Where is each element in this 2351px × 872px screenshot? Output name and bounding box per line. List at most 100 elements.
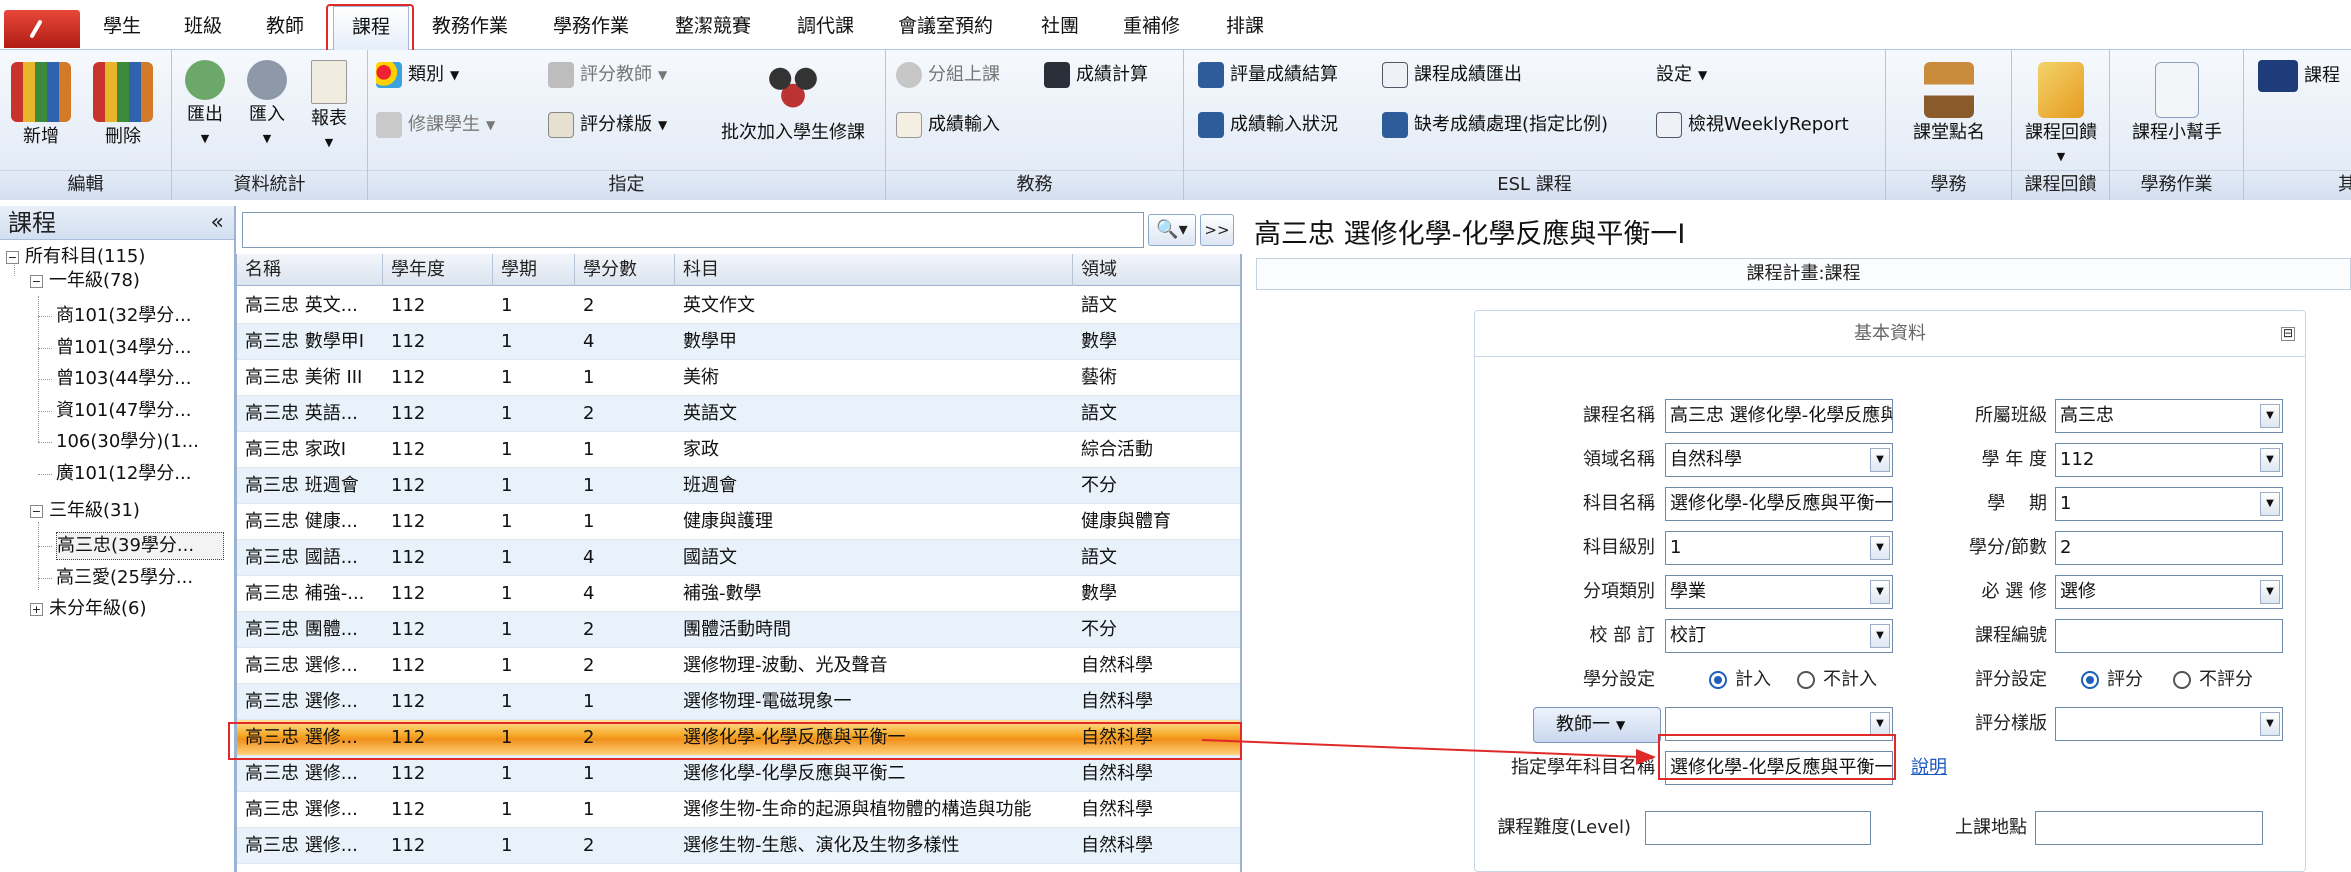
year-select[interactable]: 112 ▼ [2055, 443, 2283, 477]
dropdown-arrow-icon[interactable]: ▼ [1870, 624, 1890, 648]
tab-meeting-room[interactable]: 會議室預約 [898, 6, 993, 46]
dropdown-arrow-icon[interactable]: ▼ [1870, 448, 1890, 472]
dropdown-arrow-icon[interactable]: ▼ [2260, 580, 2280, 604]
location-field[interactable] [2035, 811, 2263, 845]
tab-clubs[interactable]: 社團 [1041, 6, 1079, 46]
table-row[interactable]: 高三忠 選修... 112 1 2 選修物理-波動、光及聲音 自然科學 [237, 648, 1240, 684]
table-row[interactable]: 高三忠 家政Ⅰ 112 1 1 家政 綜合活動 [237, 432, 1240, 468]
table-row[interactable]: 高三忠 團體... 112 1 2 團體活動時間 不分 [237, 612, 1240, 648]
batch-add-students-button[interactable]: 批次加入學生修課 [708, 62, 878, 144]
dropdown-arrow-icon[interactable]: ▼ [1870, 536, 1890, 560]
tree-item[interactable]: 商101(32學分... [56, 303, 191, 329]
eval-calc-button[interactable]: 評量成績結算 [1198, 60, 1338, 90]
dropdown-arrow-icon[interactable]: ▼ [2260, 712, 2280, 736]
course-students-button[interactable]: 修課學生 ▼ [376, 110, 495, 140]
collapse-tree-icon[interactable]: − [6, 250, 19, 264]
col-name[interactable]: 名稱 [237, 254, 383, 286]
course-code-field[interactable] [2055, 619, 2283, 653]
col-credits[interactable]: 學分數 [575, 254, 675, 286]
tree-item[interactable]: 高三愛(25學分... [56, 565, 193, 591]
subject-level-select[interactable]: 1 ▼ [1665, 531, 1893, 565]
tree-all-subjects[interactable]: − 所有科目(115) [6, 244, 145, 270]
minimize-icon[interactable]: ⊟ [2281, 327, 2295, 341]
category-select[interactable]: 學業 ▼ [1665, 575, 1893, 609]
semester-select[interactable]: 1 ▼ [2055, 487, 2283, 521]
report-button[interactable]: 報表 ▼ [304, 60, 354, 154]
tab-student-affairs[interactable]: 學務作業 [553, 6, 629, 46]
search-input[interactable] [242, 212, 1144, 248]
table-row[interactable]: 高三忠 國語... 112 1 4 國語文 語文 [237, 540, 1240, 576]
group-class-button[interactable]: 分組上課 [896, 60, 1000, 90]
tab-scheduling[interactable]: 排課 [1226, 6, 1264, 46]
tree-item[interactable]: 曾103(44學分... [56, 366, 191, 392]
grade-off-radio[interactable]: 不評分 [2173, 663, 2253, 697]
level-field[interactable] [1645, 811, 1871, 845]
teacher-select-button[interactable]: 教師一 ▼ [1533, 707, 1661, 743]
table-row[interactable]: 高三忠 補強-... 112 1 4 補強-數學 數學 [237, 576, 1240, 612]
course-name-field[interactable]: 高三忠 選修化學-化學反應與平衡一Ⅰ [1665, 399, 1893, 433]
table-row[interactable]: 高三忠 選修... 112 1 1 選修物理-電磁現象一 自然科學 [237, 684, 1240, 720]
tree-item[interactable]: 106(30學分)(1... [56, 429, 199, 455]
class-select[interactable]: 高三忠 ▼ [2055, 399, 2283, 433]
domain-select[interactable]: 自然科學 ▼ [1665, 443, 1893, 477]
credit-count-radio[interactable]: 計入 [1709, 663, 1771, 697]
dropdown-arrow-icon[interactable]: ▼ [2260, 448, 2280, 472]
tab-classes[interactable]: 班級 [184, 6, 222, 46]
subject-field[interactable]: 選修化學-化學反應與平衡一 [1665, 487, 1893, 521]
table-row[interactable]: 高三忠 健康... 112 1 1 健康與護理 健康與體育 [237, 504, 1240, 540]
collapse-icon[interactable]: « [211, 206, 224, 240]
tree-item-selected[interactable]: 高三忠(39學分... [56, 532, 224, 560]
extra-course-button[interactable]: 課程 [2258, 60, 2340, 92]
table-row[interactable]: 高三忠 美術 III 112 1 1 美術 藝術 [237, 360, 1240, 396]
esl-settings-button[interactable]: 設定 ▼ [1656, 60, 1707, 90]
tree-item[interactable]: 廣101(12學分... [56, 461, 191, 487]
tree-item[interactable]: 資101(47學分... [56, 398, 191, 424]
course-review-button[interactable]: 課程回饋 ▼ [2016, 62, 2106, 168]
dept-select[interactable]: 校訂 ▼ [1665, 619, 1893, 653]
category-button[interactable]: 類別 ▼ [376, 60, 459, 90]
tab-cleanliness[interactable]: 整潔競賽 [675, 6, 751, 46]
app-menu-button[interactable] [4, 10, 80, 48]
tab-makeup[interactable]: 重補修 [1123, 6, 1180, 46]
weekly-report-button[interactable]: 檢視WeeklyReport [1656, 110, 1849, 140]
dropdown-arrow-icon[interactable]: ▼ [1870, 580, 1890, 604]
col-subject[interactable]: 科目 [675, 254, 1073, 286]
table-row[interactable]: 高三忠 選修... 112 1 1 選修生物-生命的起源與植物體的構造與功能 自然科學 [237, 792, 1240, 828]
export-scores-button[interactable]: 課程成績匯出 [1382, 60, 1522, 90]
missing-scores-button[interactable]: 缺考成績處理(指定比例) [1382, 110, 1608, 140]
tab-substitute[interactable]: 調代課 [797, 6, 854, 46]
import-button[interactable]: 匯入 ▼ [242, 60, 292, 150]
table-row[interactable]: 高三忠 英語... 112 1 2 英語文 語文 [237, 396, 1240, 432]
table-row[interactable]: 高三忠 選修... 112 1 2 選修生物-生態、演化及生物多樣性 自然科學 [237, 828, 1240, 864]
dropdown-arrow-icon[interactable]: ▼ [1870, 712, 1890, 736]
tree-grade1[interactable]: − 一年級(78) [30, 268, 140, 294]
collapse-tree-icon[interactable]: − [30, 274, 43, 288]
expand-tree-icon[interactable]: + [30, 602, 43, 616]
score-input-button[interactable]: 成績輸入 [896, 110, 1000, 140]
attendance-button[interactable]: 課堂點名 [1894, 62, 2004, 144]
help-link[interactable]: 說明 [1911, 751, 1947, 785]
course-helper-button[interactable]: 課程小幫手 [2116, 62, 2238, 144]
tab-students[interactable]: 學生 [103, 6, 141, 46]
dropdown-arrow-icon[interactable]: ▼ [2260, 404, 2280, 428]
score-calc-button[interactable]: 成績計算 [1044, 60, 1148, 90]
col-domain[interactable]: 領域 [1073, 254, 1240, 286]
export-button[interactable]: 匯出 ▼ [180, 60, 230, 150]
col-year[interactable]: 學年度 [383, 254, 493, 286]
grading-teacher-button[interactable]: 評分教師 ▼ [548, 60, 667, 90]
grade-on-radio[interactable]: 評分 [2081, 663, 2143, 697]
grade-template-select[interactable]: ▼ [2055, 707, 2283, 741]
credits-field[interactable]: 2 [2055, 531, 2283, 565]
collapse-tree-icon[interactable]: − [30, 504, 43, 518]
next-button[interactable]: >> [1200, 214, 1234, 246]
tree-ungraded[interactable]: + 未分年級(6) [30, 596, 147, 622]
table-row[interactable]: 高三忠 數學甲Ⅰ 112 1 4 數學甲 數學 [237, 324, 1240, 360]
table-row[interactable]: 高三忠 班週會 112 1 1 班週會 不分 [237, 468, 1240, 504]
table-row[interactable]: 高三忠 英文... 112 1 2 英文作文 語文 [237, 288, 1240, 324]
credit-nocount-radio[interactable]: 不計入 [1797, 663, 1877, 697]
col-semester[interactable]: 學期 [493, 254, 575, 286]
delete-button[interactable]: 刪除 [90, 62, 156, 148]
input-status-button[interactable]: 成績輸入狀況 [1198, 110, 1338, 140]
dropdown-arrow-icon[interactable]: ▼ [2260, 492, 2280, 516]
tree-grade3[interactable]: − 三年級(31) [30, 498, 140, 524]
